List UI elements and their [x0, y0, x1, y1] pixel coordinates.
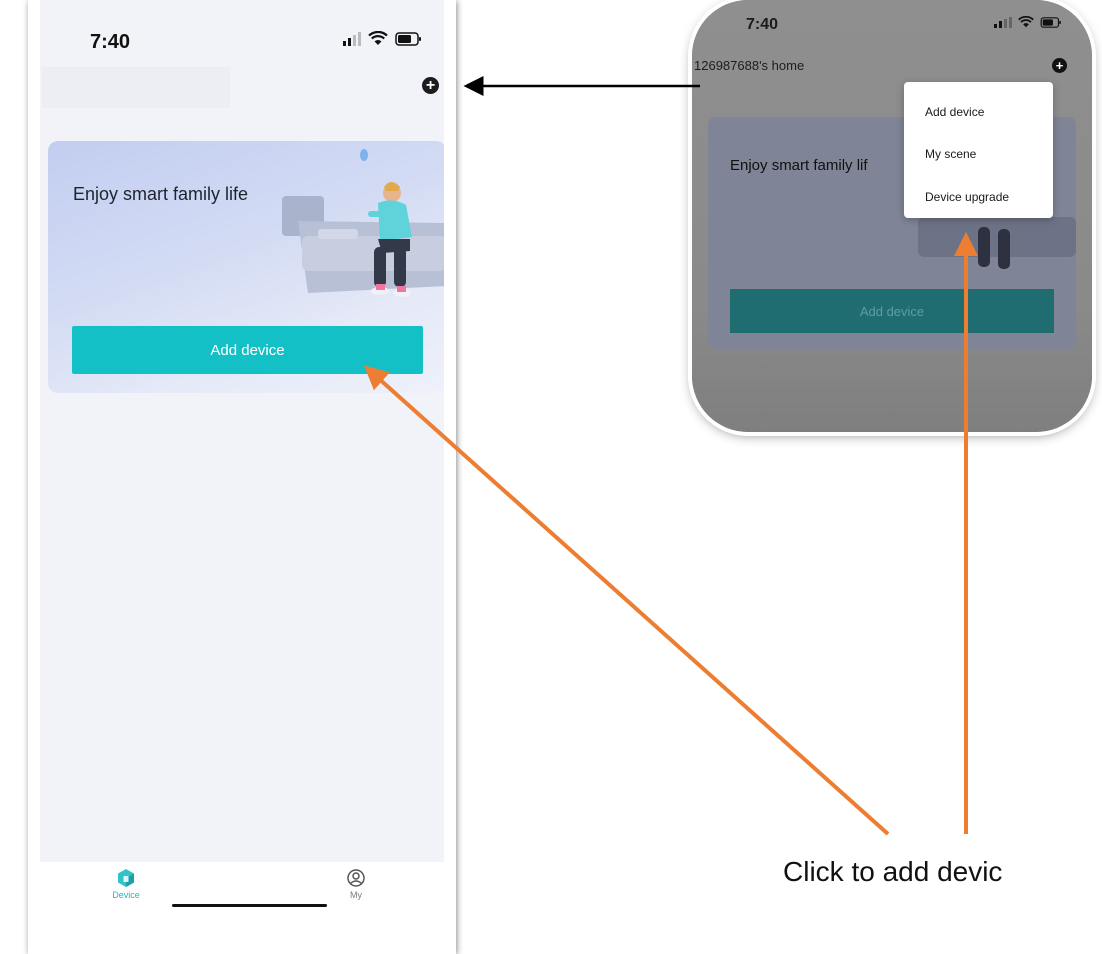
wifi-icon — [368, 31, 388, 46]
tab-device[interactable]: Device — [96, 868, 156, 900]
menu-item-my-scene[interactable]: My scene — [925, 147, 976, 161]
signal-icon — [343, 31, 361, 46]
add-menu-plus-button[interactable]: + — [1052, 58, 1067, 73]
menu-item-add-device[interactable]: Add device — [925, 105, 984, 119]
device-cube-icon — [118, 869, 134, 887]
add-menu-dropdown: Add device My scene Device upgrade — [904, 82, 1053, 218]
tab-my[interactable]: My — [326, 868, 386, 900]
tab-device-label: Device — [112, 890, 140, 900]
home-indicator — [172, 904, 327, 907]
add-device-button[interactable]: Add device — [72, 326, 423, 374]
status-icons — [343, 31, 422, 46]
left-phone-screenshot: 7:40 + Enjoy smart family life Add devic… — [28, 0, 456, 954]
battery-icon — [395, 31, 422, 46]
sofa-person-illustration — [282, 149, 444, 297]
status-icons — [994, 16, 1062, 28]
add-device-button[interactable]: Add device — [730, 289, 1054, 333]
add-menu-plus-button[interactable]: + — [422, 77, 439, 94]
banner-title: Enjoy smart family lif — [730, 157, 868, 174]
welcome-banner: Enjoy smart family life Add device — [48, 141, 444, 393]
tab-my-label: My — [350, 890, 362, 900]
status-time: 7:40 — [90, 31, 131, 53]
profile-icon — [347, 869, 365, 887]
signal-icon — [994, 16, 1012, 28]
bottom-tab-bar: Device My — [40, 862, 444, 941]
home-name: 126987688's home — [694, 58, 805, 73]
wifi-icon — [1018, 16, 1034, 28]
status-time: 7:40 — [746, 16, 779, 33]
home-name-placeholder — [42, 67, 230, 108]
status-bar: 7:40 — [40, 0, 444, 60]
instruction-caption: Click to add devic — [783, 856, 1003, 887]
menu-item-device-upgrade[interactable]: Device upgrade — [925, 190, 1009, 204]
device-home-screen: 7:40 + Enjoy smart family life Add devic… — [40, 0, 444, 941]
battery-icon — [1040, 16, 1061, 28]
